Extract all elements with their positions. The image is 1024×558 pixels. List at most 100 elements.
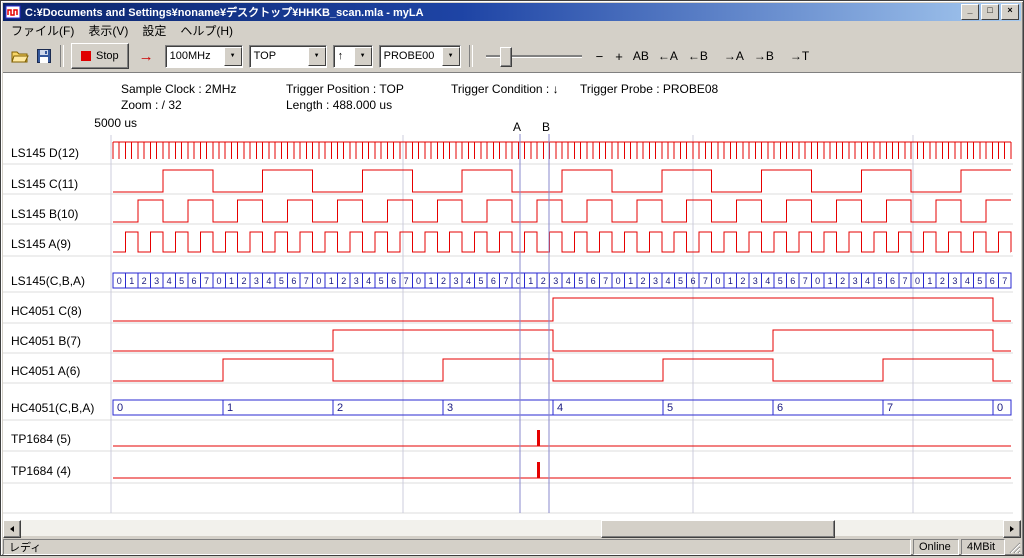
status-ready: レディ (3, 539, 911, 555)
svg-text:6: 6 (990, 276, 995, 286)
trigger-edge-select[interactable]: ↑ ▼ (333, 45, 373, 68)
svg-text:4: 4 (466, 276, 471, 286)
run-button[interactable]: → (131, 44, 162, 68)
svg-text:0: 0 (915, 276, 920, 286)
scroll-thumb[interactable] (601, 520, 835, 538)
minimize-button[interactable]: _ (961, 4, 979, 20)
svg-text:2: 2 (541, 276, 546, 286)
svg-text:7: 7 (503, 276, 508, 286)
sample-clock-text: Sample Clock : 2MHz (121, 81, 236, 97)
goto-trigger-button[interactable]: →T (785, 44, 814, 68)
svg-text:1: 1 (229, 276, 234, 286)
zoom-slider[interactable] (486, 45, 582, 67)
svg-text:1: 1 (927, 276, 932, 286)
chevron-down-icon[interactable]: ▼ (354, 47, 372, 66)
trigger-position-text: Trigger Position : TOP (286, 81, 404, 97)
toolbar-separator (469, 45, 473, 67)
svg-text:7: 7 (902, 276, 907, 286)
svg-text:1: 1 (728, 276, 733, 286)
marker-a[interactable]: A (513, 120, 521, 513)
svg-text:7: 7 (603, 276, 608, 286)
probe-select[interactable]: PROBE00 ▼ (379, 45, 461, 68)
svg-text:6: 6 (591, 276, 596, 286)
goto-b-left-button[interactable]: ←B (683, 44, 713, 68)
signal-row-6: HC4051 B(7) (11, 330, 1011, 351)
svg-text:1: 1 (129, 276, 134, 286)
svg-text:5: 5 (279, 276, 284, 286)
svg-text:6: 6 (690, 276, 695, 286)
svg-text:0: 0 (715, 276, 720, 286)
ab-markers-button[interactable]: AB (629, 44, 653, 68)
maximize-button[interactable]: □ (981, 4, 999, 20)
chevron-down-icon[interactable]: ▼ (442, 47, 460, 66)
svg-text:4: 4 (765, 276, 770, 286)
svg-text:6: 6 (777, 402, 783, 414)
resize-grip[interactable] (1007, 539, 1021, 555)
trigger-position-select[interactable]: TOP ▼ (249, 45, 327, 68)
scroll-left-button[interactable] (3, 520, 21, 538)
svg-text:3: 3 (553, 276, 558, 286)
signal-row-8: HC4051(C,B,A)012345670 (11, 400, 1011, 415)
toolbar: Stop → 100MHz ▼ TOP ▼ ↑ ▼ PROBE00 ▼ − + … (3, 40, 1021, 73)
zoom-out-button[interactable]: − (590, 44, 610, 68)
goto-b-right-button[interactable]: →B (749, 44, 779, 68)
svg-text:3: 3 (952, 276, 957, 286)
menu-item-file[interactable]: ファイル(F) (4, 20, 81, 41)
menu-item-help[interactable]: ヘルプ(H) (173, 20, 240, 41)
signal-row-2: LS145 B(10) (11, 200, 1011, 222)
app-icon (5, 4, 21, 20)
signal-row-0: LS145 D(12) (11, 142, 1011, 160)
svg-text:2: 2 (740, 276, 745, 286)
close-button[interactable]: × (1001, 4, 1019, 20)
svg-text:3: 3 (753, 276, 758, 286)
svg-text:LS145 B(10): LS145 B(10) (11, 207, 78, 221)
svg-text:3: 3 (453, 276, 458, 286)
svg-text:LS145(C,B,A): LS145(C,B,A) (11, 274, 85, 288)
goto-a-left-button[interactable]: ←A (653, 44, 683, 68)
svg-text:TP1684 (4): TP1684 (4) (11, 464, 71, 478)
menu-item-settings[interactable]: 設定 (135, 20, 173, 41)
signal-row-10: TP1684 (4) (11, 462, 1011, 478)
chevron-down-icon[interactable]: ▼ (224, 47, 242, 66)
horizontal-scrollbar[interactable] (3, 520, 1021, 536)
svg-text:2: 2 (441, 276, 446, 286)
folder-open-icon (11, 49, 29, 63)
svg-text:0: 0 (117, 402, 123, 414)
save-button[interactable] (33, 44, 55, 68)
svg-text:LS145 C(11): LS145 C(11) (11, 177, 78, 191)
signal-row-1: LS145 C(11) (11, 170, 1011, 192)
svg-text:6: 6 (391, 276, 396, 286)
svg-text:3: 3 (653, 276, 658, 286)
menubar: ファイル(F) 表示(V) 設定 ヘルプ(H) (3, 21, 1021, 40)
waveform-display[interactable]: 5000 usLS145 D(12)LS145 C(11)LS145 B(10)… (3, 111, 1019, 517)
goto-a-right-button[interactable]: →A (719, 44, 749, 68)
open-button[interactable] (7, 44, 33, 68)
arrow-left-icon (8, 525, 16, 533)
slider-handle[interactable] (500, 47, 512, 67)
svg-text:6: 6 (491, 276, 496, 286)
zoom-in-button[interactable]: + (609, 44, 629, 68)
trigger-probe-text: Trigger Probe : PROBE08 (580, 82, 718, 96)
svg-text:4: 4 (666, 276, 671, 286)
status-memory: 4MBit (961, 539, 1005, 555)
svg-text:2: 2 (341, 276, 346, 286)
svg-text:5: 5 (778, 276, 783, 286)
menu-item-view[interactable]: 表示(V) (81, 20, 135, 41)
scroll-right-button[interactable] (1003, 520, 1021, 538)
svg-text:2: 2 (142, 276, 147, 286)
signal-row-9: TP1684 (5) (11, 430, 1011, 446)
svg-text:3: 3 (254, 276, 259, 286)
svg-text:HC4051 B(7): HC4051 B(7) (11, 334, 81, 348)
svg-text:HC4051 C(8): HC4051 C(8) (11, 304, 82, 318)
svg-text:1: 1 (429, 276, 434, 286)
status-online: Online (913, 539, 959, 555)
clock-rate-select[interactable]: 100MHz ▼ (165, 45, 243, 68)
svg-text:5: 5 (179, 276, 184, 286)
chevron-down-icon[interactable]: ▼ (308, 47, 326, 66)
marker-b[interactable]: B (542, 120, 550, 513)
svg-text:0: 0 (815, 276, 820, 286)
stop-button[interactable]: Stop (71, 43, 129, 69)
svg-text:5: 5 (379, 276, 384, 286)
app-window: C:¥Documents and Settings¥noname¥デスクトップ¥… (0, 0, 1024, 556)
svg-text:6: 6 (192, 276, 197, 286)
